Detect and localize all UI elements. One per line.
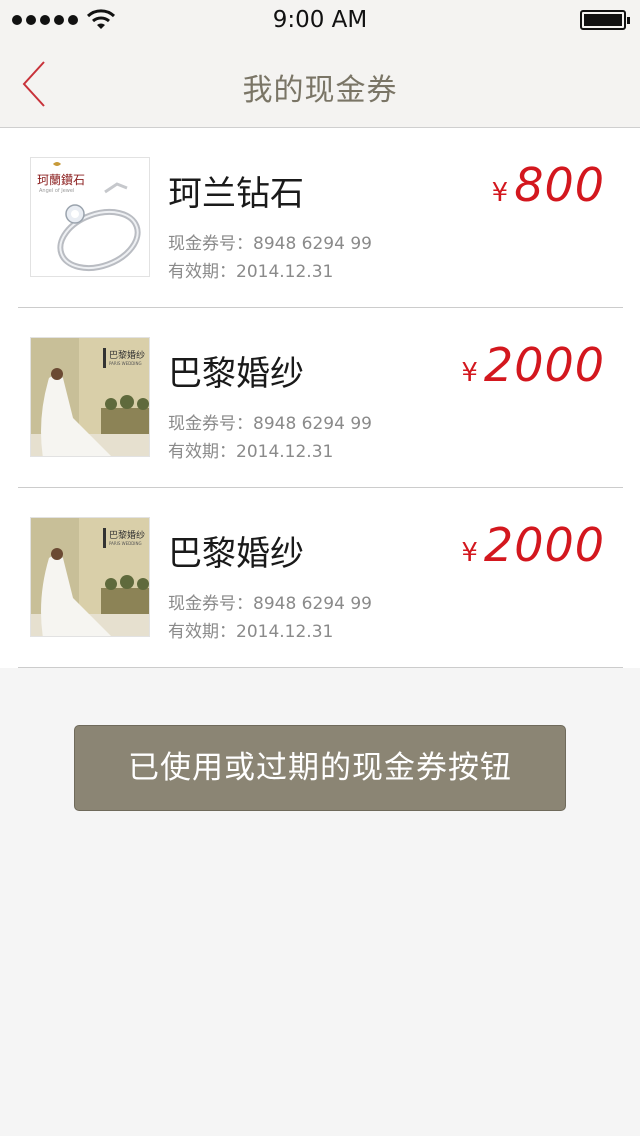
voucher-thumbnail: 巴黎婚纱 PARIS WEDDING <box>30 517 150 637</box>
expired-vouchers-button[interactable]: 已使用或过期的现金券按钮 <box>74 725 566 811</box>
voucher-expiry: 有效期：2014.12.31 <box>168 262 334 282</box>
voucher-expiry: 有效期：2014.12.31 <box>168 622 334 642</box>
voucher-item[interactable]: 珂蘭鑽石 Angel of Jewel 珂兰钻石 现金券号：8948 6294 … <box>18 128 623 308</box>
svg-text:PARIS WEDDING: PARIS WEDDING <box>109 361 142 366</box>
voucher-name: 巴黎婚纱 <box>168 354 304 394</box>
svg-text:Angel of Jewel: Angel of Jewel <box>39 188 74 194</box>
page-title: 我的现金券 <box>242 73 398 108</box>
voucher-amount: 800 <box>514 158 605 212</box>
wedding-image: 巴黎婚纱 PARIS WEDDING <box>31 518 149 636</box>
battery-icon <box>580 10 630 30</box>
voucher-code: 现金券号：8948 6294 99 <box>168 594 372 614</box>
voucher-item[interactable]: 巴黎婚纱 PARIS WEDDING 巴黎婚纱 现金券号：8948 6294 9… <box>18 488 623 668</box>
voucher-thumbnail: 珂蘭鑽石 Angel of Jewel <box>30 157 150 277</box>
svg-text:珂蘭鑽石: 珂蘭鑽石 <box>37 172 85 187</box>
voucher-name: 巴黎婚纱 <box>168 534 304 574</box>
voucher-name: 珂兰钻石 <box>168 174 304 214</box>
wedding-image: 巴黎婚纱 PARIS WEDDING <box>31 338 149 456</box>
voucher-code: 现金券号：8948 6294 99 <box>168 234 372 254</box>
voucher-expiry: 有效期：2014.12.31 <box>168 442 334 462</box>
status-bar: 9:00 AM <box>0 0 640 40</box>
voucher-price: ¥ 2000 <box>461 518 605 572</box>
ring-image: 珂蘭鑽石 Angel of Jewel <box>31 158 149 276</box>
svg-text:PARIS WEDDING: PARIS WEDDING <box>109 541 142 546</box>
currency-symbol: ¥ <box>461 538 478 568</box>
svg-text:巴黎婚纱: 巴黎婚纱 <box>109 529 145 541</box>
nav-bar: 我的现金券 <box>0 40 640 128</box>
voucher-price: ¥ 2000 <box>461 338 605 392</box>
currency-symbol: ¥ <box>491 178 509 208</box>
voucher-list: 珂蘭鑽石 Angel of Jewel 珂兰钻石 现金券号：8948 6294 … <box>0 128 640 668</box>
voucher-code: 现金券号：8948 6294 99 <box>168 414 372 434</box>
voucher-amount: 2000 <box>483 518 605 572</box>
currency-symbol: ¥ <box>461 358 478 388</box>
voucher-item[interactable]: 巴黎婚纱 PARIS WEDDING 巴黎婚纱 现金券号：8948 6294 9… <box>18 308 623 488</box>
status-time: 9:00 AM <box>272 7 368 33</box>
svg-text:巴黎婚纱: 巴黎婚纱 <box>109 349 145 361</box>
voucher-price: ¥ 800 <box>492 158 605 212</box>
voucher-thumbnail: 巴黎婚纱 PARIS WEDDING <box>30 337 150 457</box>
voucher-amount: 2000 <box>483 338 605 392</box>
